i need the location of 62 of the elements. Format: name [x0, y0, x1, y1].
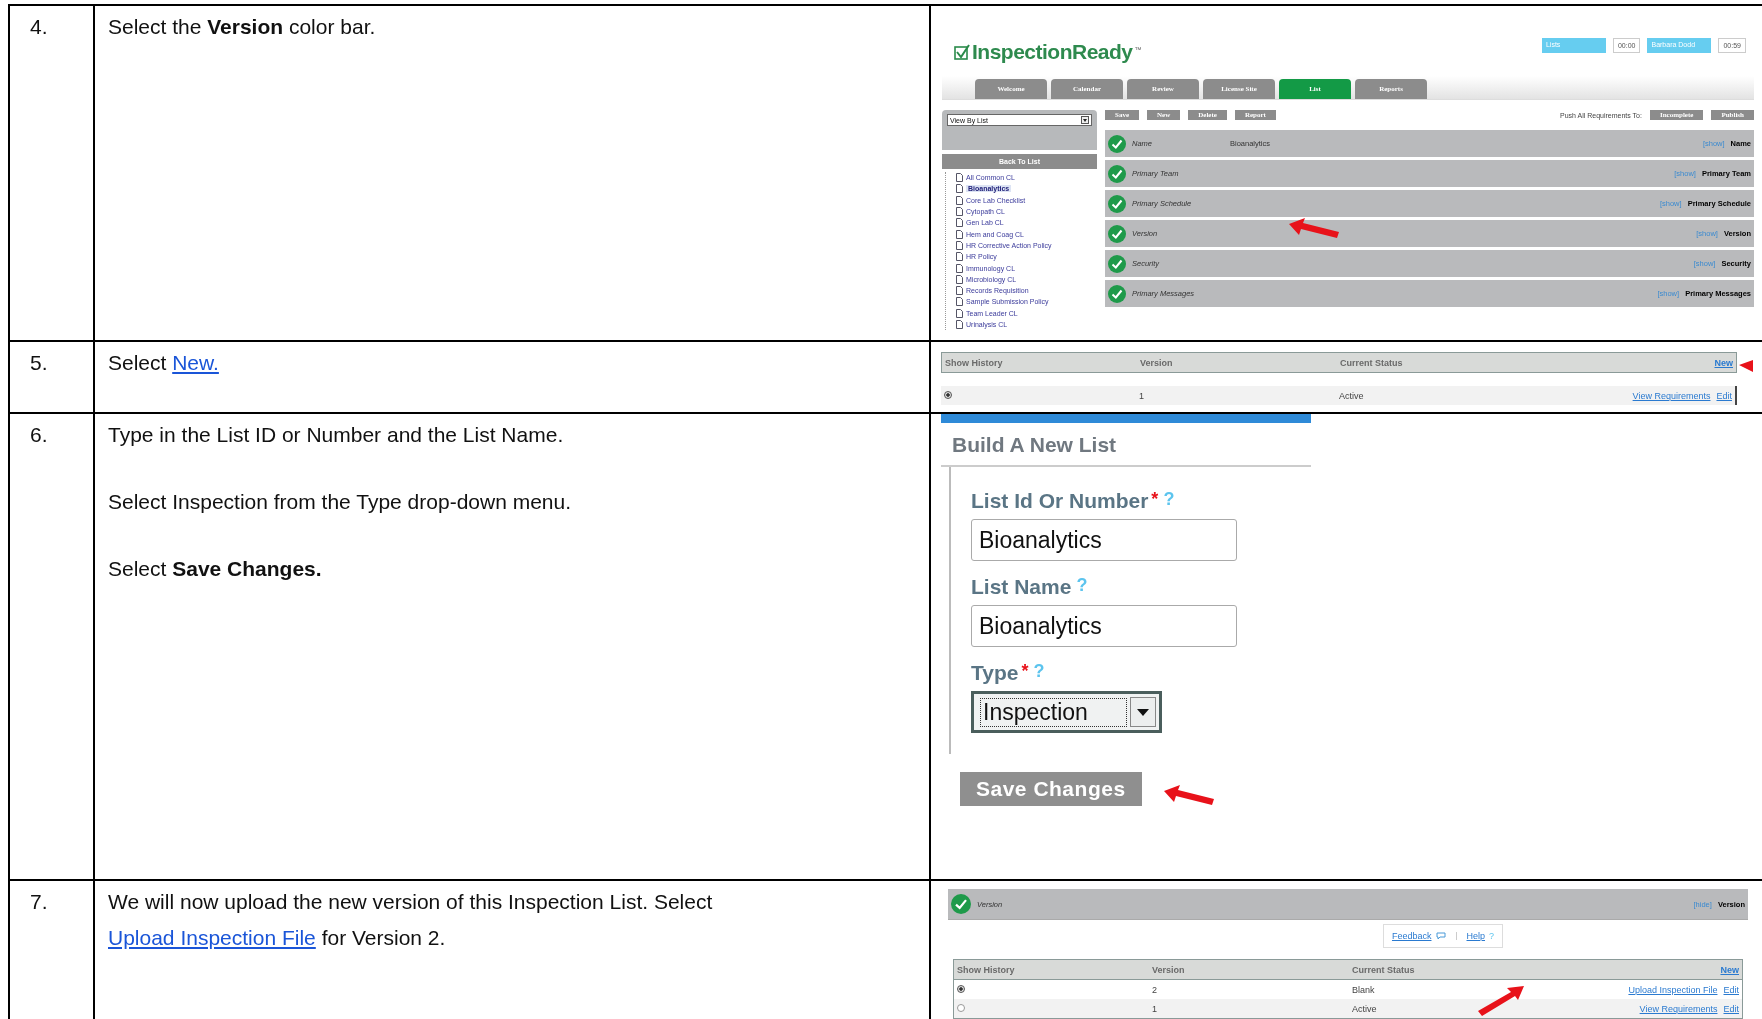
check-icon	[1108, 134, 1126, 153]
check-icon	[1108, 224, 1126, 243]
dropdown-arrow-icon	[1081, 116, 1089, 124]
table-cell-text: 2	[1152, 984, 1158, 995]
annotation-arrow	[1478, 986, 1524, 1016]
check-icon	[951, 894, 971, 914]
check-icon	[1108, 194, 1126, 213]
check-icon	[1108, 164, 1126, 183]
column-header: Version	[1140, 357, 1174, 368]
required-mark: *	[1151, 489, 1159, 510]
link[interactable]: Upload Inspection File	[108, 926, 316, 949]
row-link[interactable]: Edit	[1723, 984, 1739, 995]
type-select[interactable]: Inspection	[971, 691, 1162, 733]
step-number: 4.	[30, 15, 48, 38]
instruction-text: Select Save Changes.	[108, 556, 323, 582]
app-logo: InspectionReady	[972, 40, 1133, 64]
table-cell-text: Active	[1352, 1003, 1378, 1014]
column-header: Current Status	[1340, 357, 1404, 368]
table-cell-text: 1	[1152, 1003, 1158, 1014]
check-icon	[1108, 284, 1126, 303]
checkbox-icon	[954, 43, 970, 61]
instruction-text: Select Inspection from the Type drop-down menu.	[108, 489, 573, 515]
column-header: Show History	[957, 964, 1016, 975]
instruction-text: Type in the List ID or Number and the List Name.	[108, 422, 565, 448]
annotation-arrow	[1163, 785, 1214, 807]
table-cell-text: Blank	[1352, 984, 1376, 995]
instruction-text: We will now upload the new version of this Inspection List. Select Upload Inspection File for Version 2.	[108, 889, 714, 951]
step-number: 7.	[30, 890, 48, 913]
instruction-text: Select the Version color bar.	[108, 14, 377, 40]
row-link[interactable]: Upload Inspection File	[1628, 984, 1718, 995]
radio-button[interactable]	[944, 390, 952, 399]
new-link[interactable]: New	[1720, 964, 1739, 975]
column-header: Show History	[945, 357, 1004, 368]
step-number: 6.	[30, 423, 48, 446]
input-field[interactable]: Bioanalytics	[971, 519, 1237, 561]
annotation-arrow	[1289, 218, 1339, 240]
speech-bubble-icon	[1435, 932, 1446, 940]
column-header: Version	[1152, 964, 1186, 975]
field-label: List Id Or Number	[971, 489, 1149, 513]
field-label: Type	[971, 661, 1019, 685]
field-label: List Name	[971, 575, 1072, 599]
row-link[interactable]: Edit	[1723, 1003, 1739, 1014]
radio-button[interactable]	[957, 984, 965, 993]
row-link[interactable]: View Requirements	[1632, 390, 1711, 401]
step-number: 5.	[30, 351, 48, 374]
table-cell-text: 1	[1139, 390, 1145, 401]
input-field[interactable]: Bioanalytics	[971, 605, 1237, 647]
check-icon	[1108, 254, 1126, 273]
link[interactable]: New.	[172, 351, 219, 374]
row-link[interactable]: Edit	[1716, 390, 1732, 401]
required-mark: *	[1021, 661, 1029, 682]
help-link[interactable]: Help	[1466, 931, 1485, 941]
radio-button[interactable]	[957, 1003, 965, 1012]
help-mark: ?	[1489, 931, 1495, 941]
form-title: Build A New List	[941, 423, 1311, 467]
feedback-link[interactable]: Feedback	[1391, 931, 1432, 941]
row-link[interactable]: View Requirements	[1639, 1003, 1718, 1014]
annotation-arrow	[1739, 360, 1753, 372]
table-cell-text: Active	[1339, 390, 1365, 401]
instruction-text: Select New.	[108, 350, 220, 376]
column-header: Current Status	[1352, 964, 1416, 975]
new-link[interactable]: New	[1714, 357, 1733, 368]
